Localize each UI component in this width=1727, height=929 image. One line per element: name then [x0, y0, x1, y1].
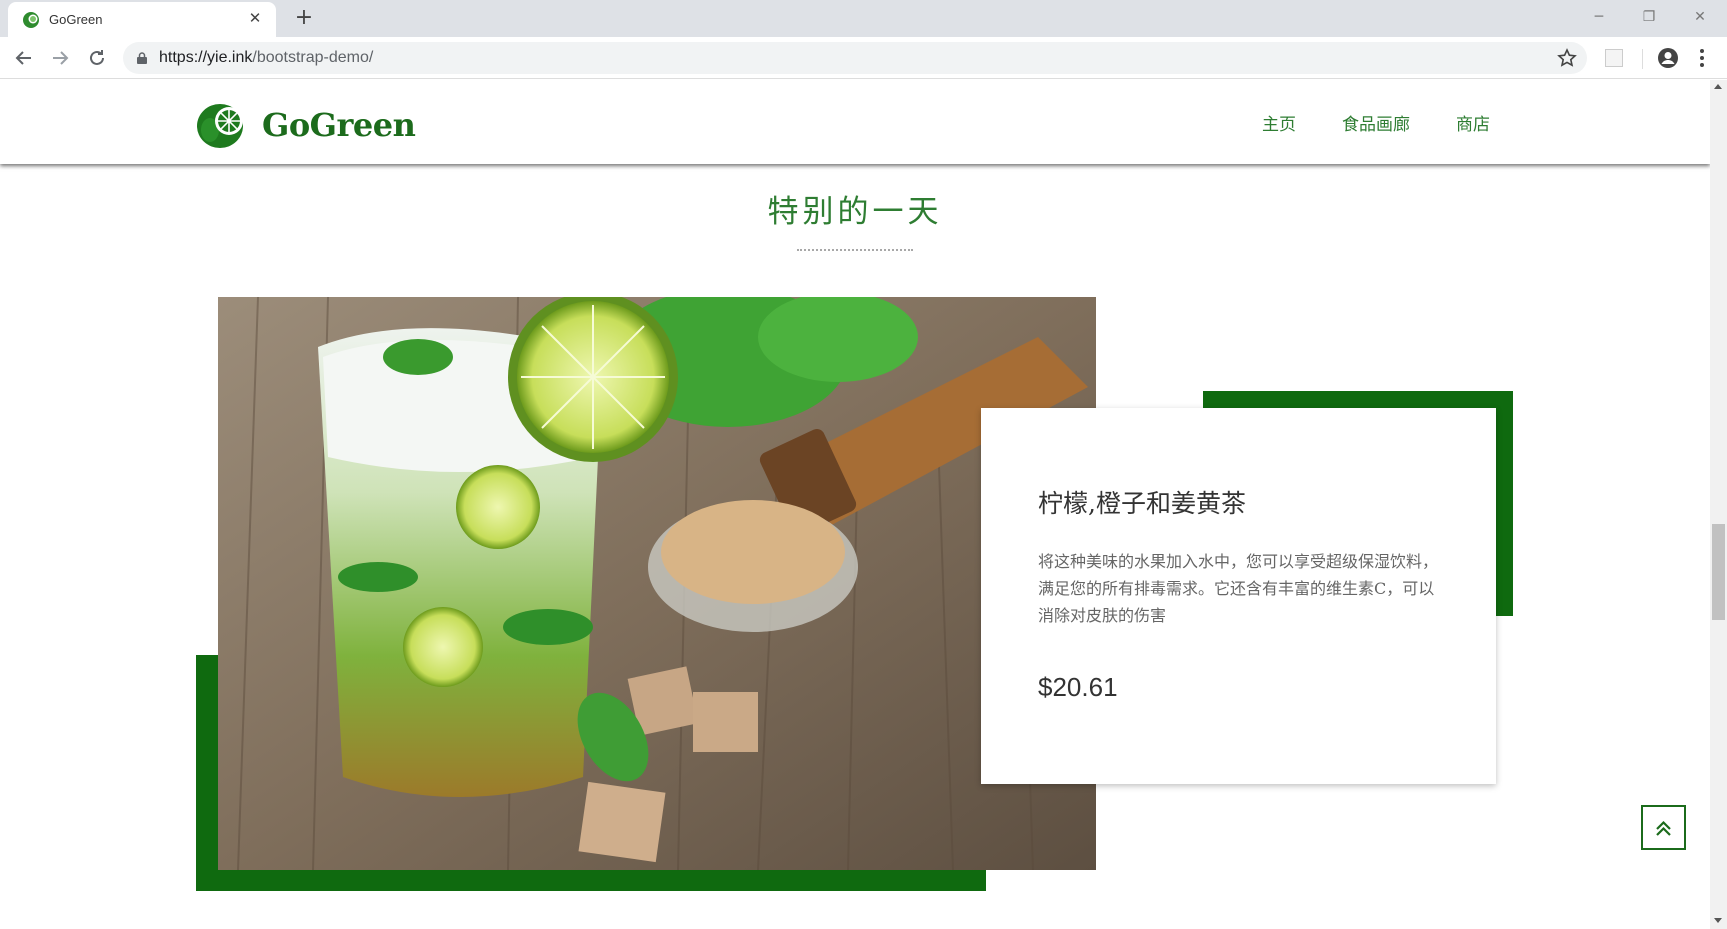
back-icon[interactable]: [12, 46, 36, 70]
browser-toolbar: https://yie.ink/bootstrap-demo/: [0, 37, 1727, 79]
scroll-down-arrow-icon[interactable]: [1714, 918, 1722, 923]
logo-text: GoGreen: [262, 106, 416, 144]
scroll-thumb[interactable]: [1712, 524, 1725, 620]
tab-title: GoGreen: [49, 12, 103, 27]
title-divider: [797, 249, 913, 251]
page-viewport: GoGreen 主页 食品画廊 商店 特别的一天 柠檬,橙子和姜黄茶 将这种美味…: [0, 80, 1710, 929]
new-tab-icon[interactable]: +: [292, 6, 316, 30]
close-tab-icon[interactable]: ✕: [246, 9, 264, 27]
product-price: $20.61: [1038, 672, 1118, 702]
nav-shop[interactable]: 商店: [1456, 110, 1490, 135]
mojito-photo: [218, 297, 1096, 870]
star-icon[interactable]: [1557, 48, 1577, 68]
reload-icon[interactable]: [85, 46, 109, 70]
nav-gallery[interactable]: 食品画廊: [1342, 110, 1410, 135]
minimize-icon[interactable]: ─: [1584, 4, 1614, 30]
profile-icon[interactable]: [1657, 47, 1679, 69]
product-card: 柠檬,橙子和姜黄茶 将这种美味的水果加入水中，您可以享受超级保湿饮料，满足您的所…: [981, 408, 1496, 784]
browser-tab[interactable]: GoGreen ✕: [8, 2, 276, 37]
main-nav: 主页 食品画廊 商店: [1216, 110, 1490, 135]
product-name: 柠檬,橙子和姜黄茶: [1038, 489, 1246, 518]
restore-icon[interactable]: ❐: [1634, 4, 1664, 30]
menu-icon[interactable]: [1696, 47, 1708, 69]
close-window-icon[interactable]: ✕: [1685, 4, 1715, 30]
lime-logo-icon: [197, 104, 243, 148]
double-chevron-up-icon: [1656, 820, 1671, 836]
gogreen-favicon-icon: [23, 12, 39, 28]
forward-icon[interactable]: [48, 46, 72, 70]
page-scrollbar[interactable]: [1710, 80, 1727, 929]
address-bar[interactable]: https://yie.ink/bootstrap-demo/: [123, 42, 1587, 74]
extension-icon[interactable]: [1605, 49, 1623, 67]
lock-icon: [137, 52, 147, 64]
scroll-up-arrow-icon[interactable]: [1714, 84, 1722, 89]
url-host: https://yie.ink: [159, 49, 253, 66]
product-description: 将这种美味的水果加入水中，您可以享受超级保湿饮料，满足您的所有排毒需求。它还含有…: [1038, 552, 1439, 625]
toolbar-divider: [1642, 49, 1643, 69]
section-title: 特别的一天: [767, 194, 943, 230]
back-to-top-button[interactable]: [1641, 805, 1686, 850]
site-header: GoGreen 主页 食品画廊 商店: [0, 80, 1710, 164]
url-text: https://yie.ink/bootstrap-demo/: [159, 49, 373, 67]
url-path: /bootstrap-demo/: [252, 49, 374, 66]
nav-home[interactable]: 主页: [1262, 110, 1296, 135]
browser-tabbar: GoGreen ✕ + ─ ❐ ✕: [0, 0, 1727, 37]
